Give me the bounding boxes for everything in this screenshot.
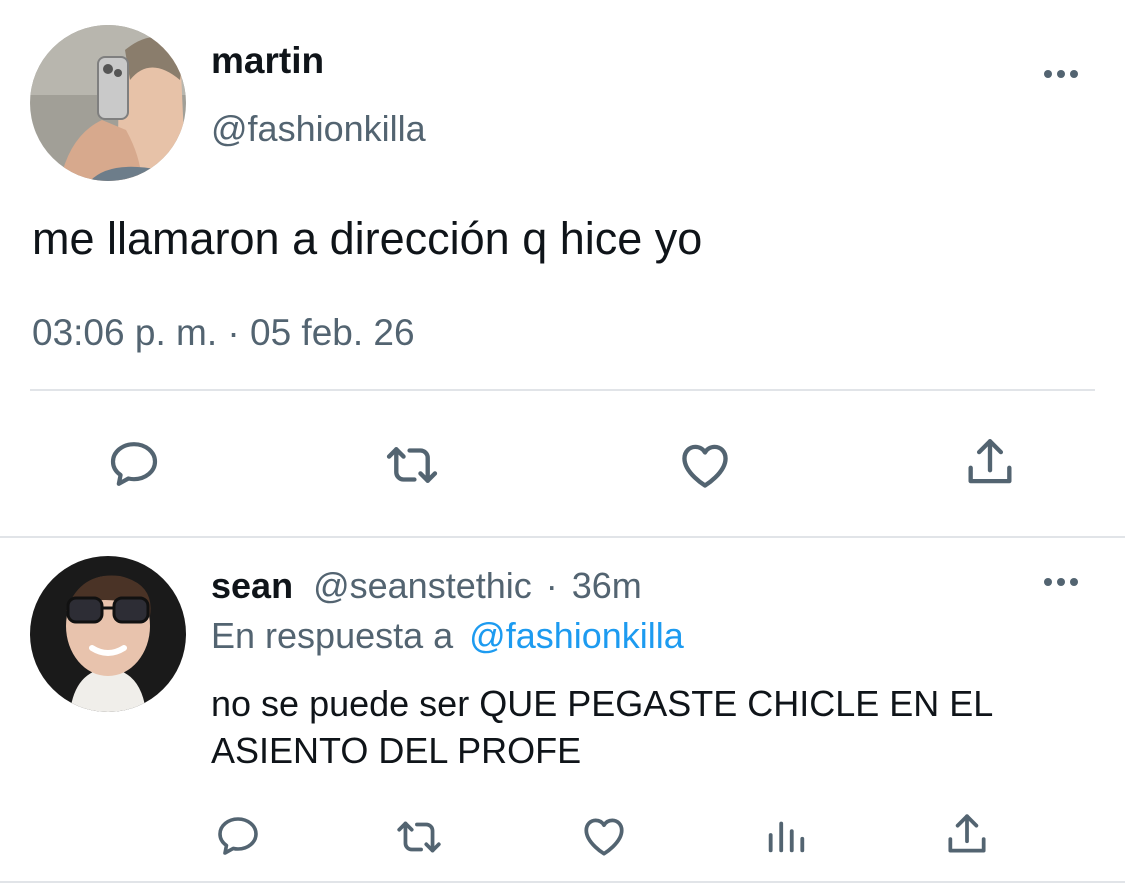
- reply-tweet-display-name[interactable]: sean: [211, 565, 293, 606]
- reply-context-mention[interactable]: @fashionkilla: [469, 615, 684, 656]
- retweet-icon[interactable]: [383, 436, 441, 494]
- reply-icon[interactable]: [106, 436, 162, 492]
- reply-tweet-like-icon[interactable]: [579, 811, 629, 861]
- main-tweet-more-options-icon[interactable]: [1044, 70, 1078, 78]
- reply-tweet-time[interactable]: 36m: [572, 565, 642, 606]
- reply-tweet-separator: ·: [545, 565, 558, 606]
- tweet-separator: [0, 536, 1125, 538]
- bottom-divider: [0, 881, 1125, 883]
- main-tweet-text: me llamaron a dirección q hice yo: [32, 213, 703, 264]
- reply-context: En respuesta a @fashionkilla: [211, 615, 684, 657]
- reply-tweet-retweet-icon[interactable]: [394, 812, 444, 862]
- reply-tweet-share-icon[interactable]: [942, 810, 992, 860]
- main-tweet-display-name[interactable]: martin: [211, 40, 324, 82]
- reply-tweet-header: sean @seanstethic · 36m: [211, 565, 642, 607]
- main-tweet-handle[interactable]: @fashionkilla: [211, 108, 426, 150]
- reply-context-prefix: En respuesta a: [211, 615, 454, 656]
- reply-tweet-text: no se puede ser QUE PEGASTE CHICLE EN EL…: [211, 683, 992, 771]
- reply-tweet-more-options-icon[interactable]: [1044, 578, 1078, 586]
- reply-tweet-reply-icon[interactable]: [214, 812, 262, 860]
- main-tweet-divider: [30, 389, 1095, 391]
- reply-tweet-analytics-icon[interactable]: [763, 812, 809, 858]
- like-icon[interactable]: [676, 436, 734, 494]
- reply-tweet-handle[interactable]: @seanstethic: [313, 565, 532, 606]
- main-tweet-timestamp[interactable]: 03:06 p. m. · 05 feb. 26: [32, 312, 415, 354]
- share-icon[interactable]: [961, 434, 1019, 492]
- person-with-glasses-avatar-icon: [30, 556, 186, 712]
- main-tweet-avatar[interactable]: [30, 25, 186, 181]
- reply-tweet-avatar[interactable]: [30, 556, 186, 712]
- selfie-avatar-icon: [30, 25, 186, 181]
